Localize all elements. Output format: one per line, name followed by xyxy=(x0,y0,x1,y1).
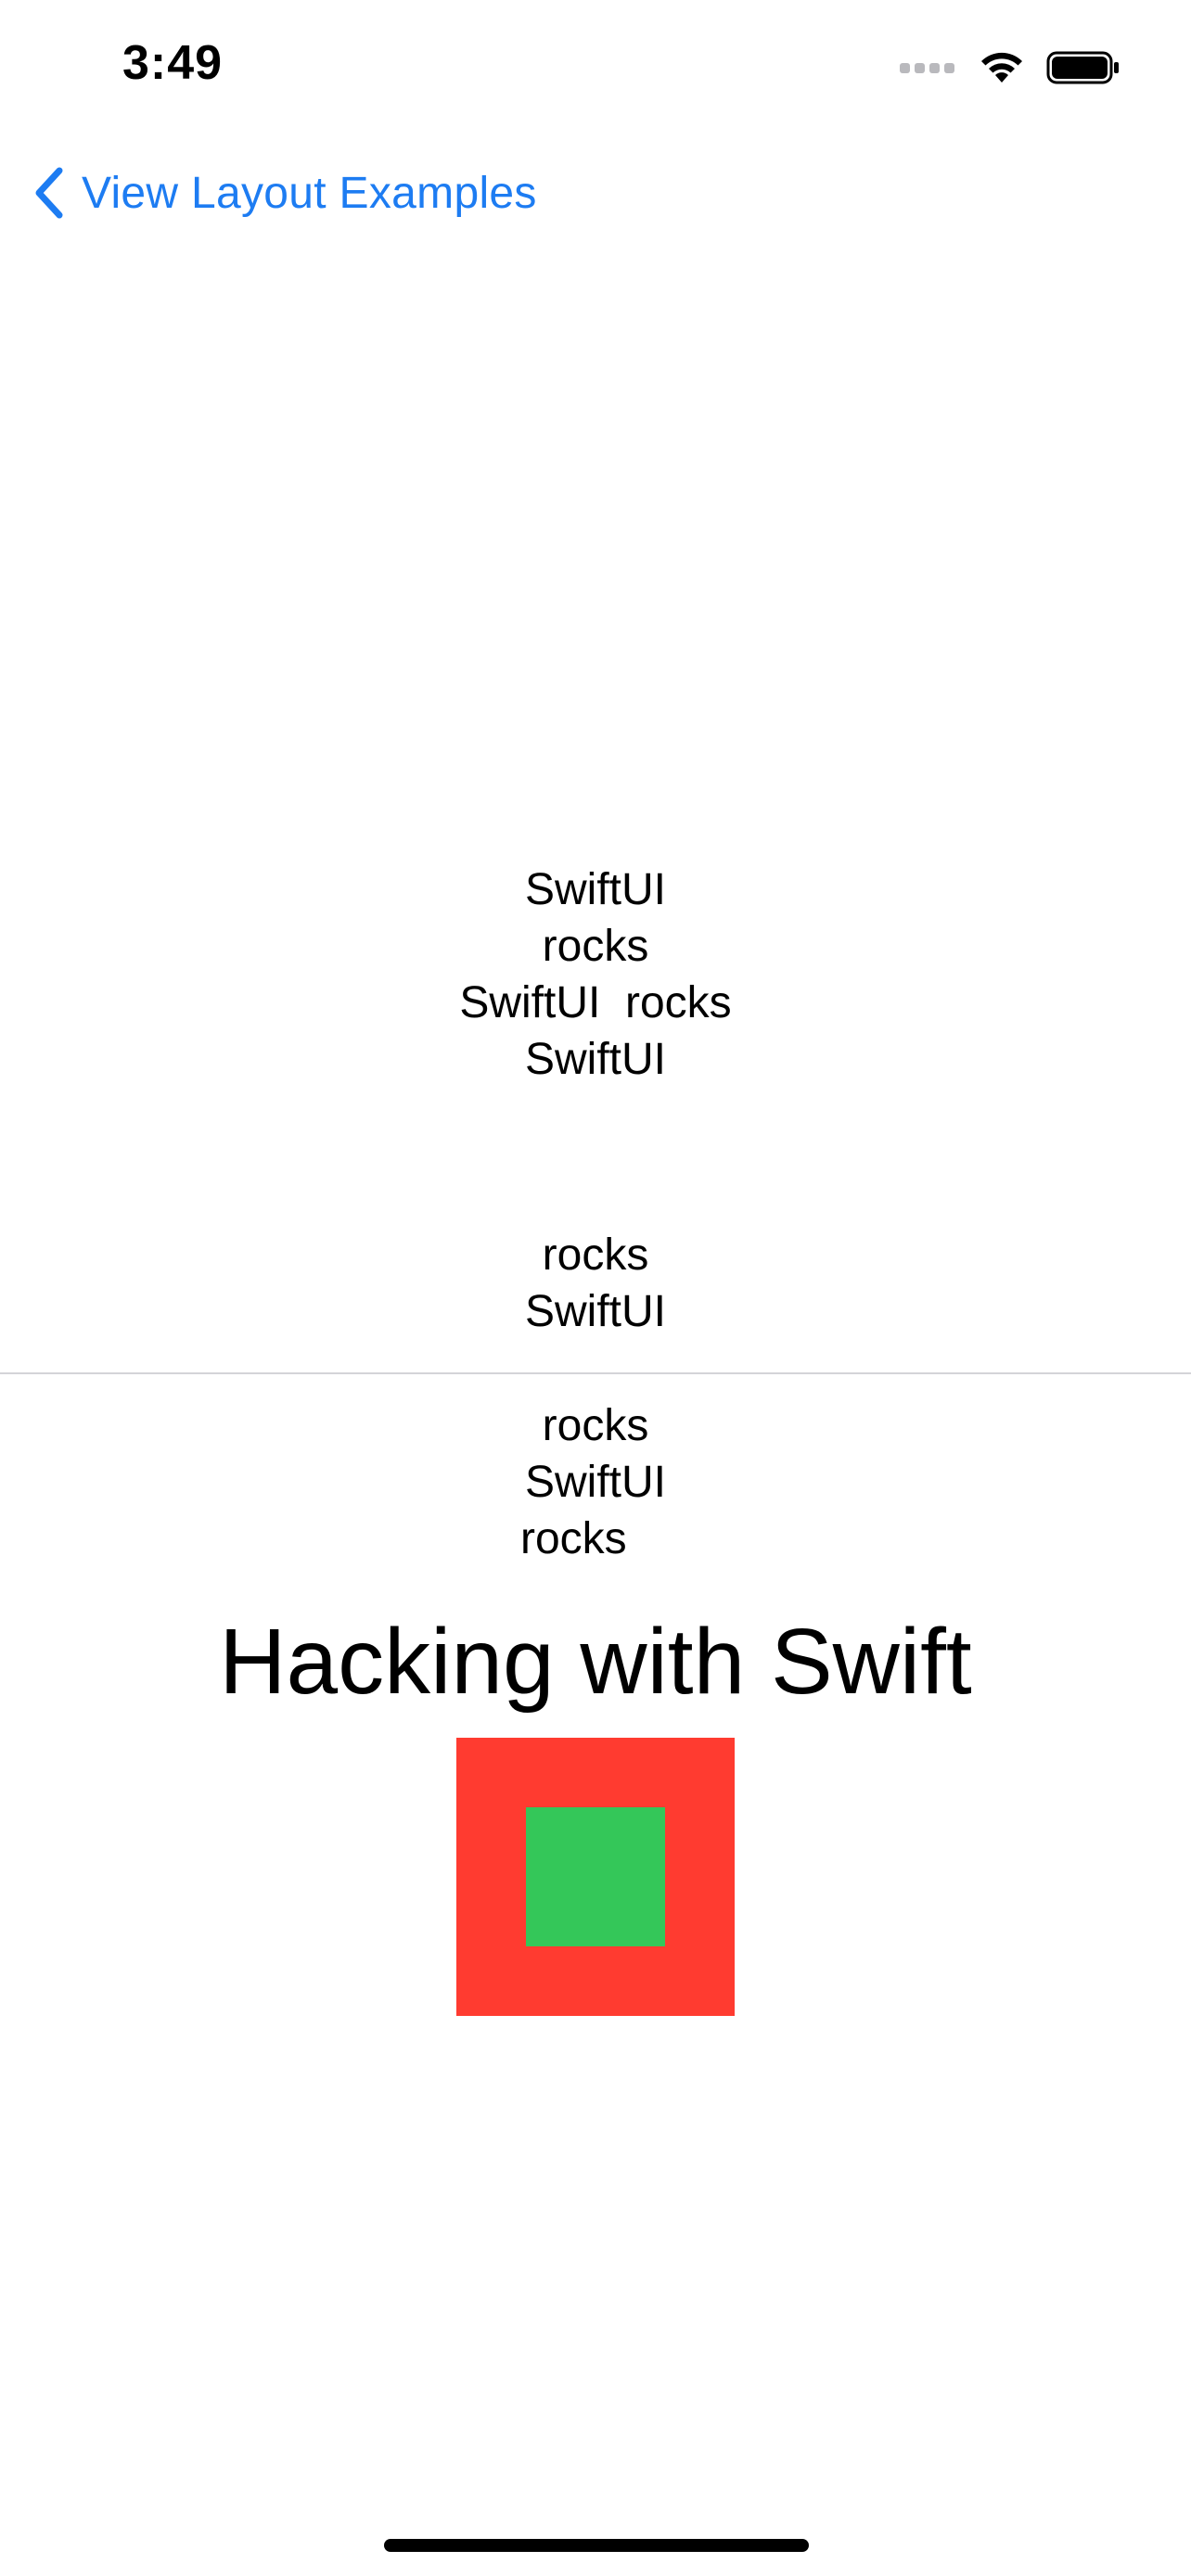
text-line: SwiftUI xyxy=(524,1287,666,1336)
cellular-signal-icon xyxy=(900,61,957,74)
text-line: SwiftUI xyxy=(524,1458,666,1507)
home-indicator[interactable] xyxy=(384,2539,809,2552)
chevron-left-icon xyxy=(35,167,63,219)
text-line: rocks xyxy=(542,1401,649,1450)
text-line: SwiftUI xyxy=(524,865,666,914)
back-button-label: View Layout Examples xyxy=(82,168,537,218)
text-line: rocks xyxy=(520,1514,627,1563)
status-icons xyxy=(900,45,1121,91)
text-line: SwiftUI xyxy=(524,1035,666,1084)
wifi-icon xyxy=(981,52,1022,83)
status-time: 3:49 xyxy=(122,36,224,90)
green-square xyxy=(526,1807,665,1946)
battery-icon xyxy=(1046,51,1119,84)
back-button[interactable]: View Layout Examples xyxy=(33,159,537,226)
text-line: rocks xyxy=(542,1231,649,1280)
divider xyxy=(0,1372,1191,1374)
text-line: rocks xyxy=(542,922,649,971)
red-square xyxy=(456,1738,735,2016)
headline: Hacking with Swift xyxy=(219,1610,972,1714)
text-line: SwiftUI rocks xyxy=(459,978,732,1027)
